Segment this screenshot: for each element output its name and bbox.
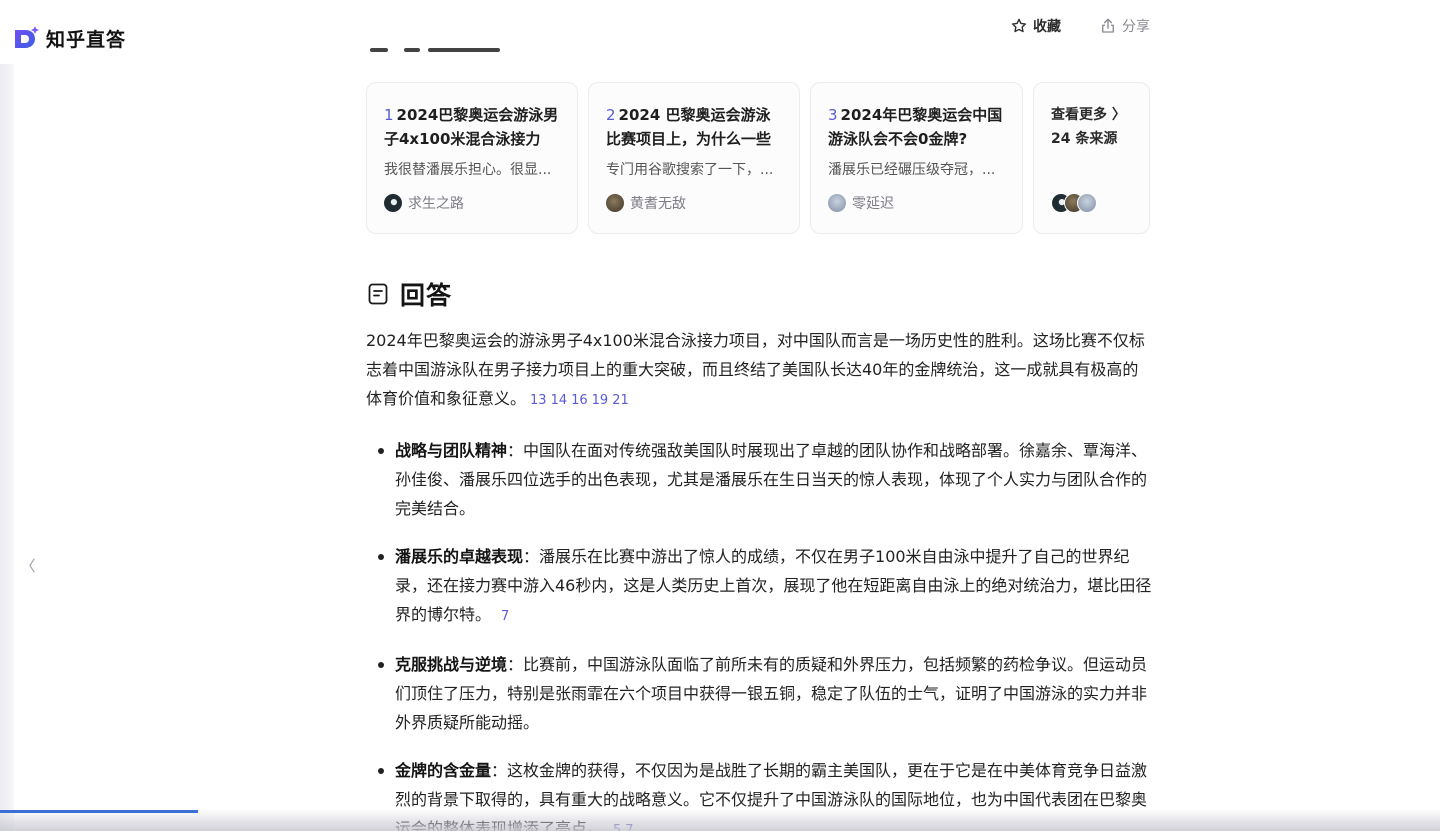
collapse-sidebar-icon[interactable]: 〈 <box>20 556 36 576</box>
source-card-author: 黄耆无敌 <box>606 193 783 213</box>
avatar <box>384 194 402 212</box>
sources-heading-clipped <box>366 44 566 62</box>
source-card-title-text: 2024年巴黎奥运会中国游泳队会不会0金牌? <box>828 106 1003 148</box>
source-card-title: 22024 巴黎奥运会游泳比赛项目上，为什么一些运... <box>606 103 783 151</box>
favorite-label: 收藏 <box>1033 19 1061 35</box>
citation-group: 13 14 16 19 21 <box>526 389 629 408</box>
source-card-title: 3 2024年巴黎奥运会中国游泳队会不会0金牌? <box>828 103 1006 151</box>
avatar <box>1077 193 1097 213</box>
answer-point: 克服挑战与逆境：比赛前，中国游泳队面临了前所未有的质疑和外界压力，包括频繁的药检… <box>366 650 1154 737</box>
answer-heading: 回答 <box>366 278 452 310</box>
source-card[interactable]: 12024巴黎奥运会游泳男子4x100米混合泳接力中... 我很替潘展乐担心。很… <box>366 82 578 234</box>
point-title: 战略与团队精神 <box>395 441 508 460</box>
share-icon <box>1102 18 1114 33</box>
citation-link[interactable]: 21 <box>612 393 629 408</box>
source-card-snippet: 专门用谷歌搜索了一下，... <box>606 162 774 178</box>
source-card-title-text: 2024巴黎奥运会游泳男子4x100米混合泳接力中... <box>384 106 559 148</box>
answer-point: 潘展乐的卓越表现：潘展乐在比赛中游出了惊人的成绩，不仅在男子100米自由泳中提升… <box>366 542 1154 631</box>
share-button[interactable]: 分享 <box>1099 14 1150 38</box>
source-card-title: 12024巴黎奥运会游泳男子4x100米混合泳接力中... <box>384 103 561 151</box>
more-sources-link[interactable]: 查看更多 〉 <box>1051 103 1133 127</box>
answer-intro-text: 2024年巴黎奥运会的游泳男子4x100米混合泳接力项目，对中国队而言是一场历史… <box>366 331 1145 408</box>
citation-link[interactable]: 16 <box>571 393 588 408</box>
clipped-heading-fragment <box>404 48 420 52</box>
point-text: ：中国队在面对传统强敌美国队时展现出了卓越的团队协作和战略部署。徐嘉余、覃海洋、… <box>395 441 1148 518</box>
author-name: 零延迟 <box>852 196 894 212</box>
document-icon <box>368 283 388 305</box>
citation-link[interactable]: 19 <box>592 393 609 408</box>
point-title: 克服挑战与逆境 <box>395 655 508 674</box>
citation-link[interactable]: 14 <box>551 393 568 408</box>
source-card-index: 2 <box>606 106 616 124</box>
clipped-heading-fragment <box>428 48 500 52</box>
brand[interactable]: 知乎直答 <box>12 24 126 52</box>
source-card[interactable]: 3 2024年巴黎奥运会中国游泳队会不会0金牌? 潘展乐已经碾压级夺冠，... 零… <box>810 82 1023 234</box>
avatar <box>606 194 624 212</box>
source-card-snippet: 我很替潘展乐担心。很显... <box>384 162 552 178</box>
author-name: 求生之路 <box>408 196 464 212</box>
sources-count: 24 条来源 <box>1051 131 1118 147</box>
loading-progress-bar <box>0 810 198 813</box>
source-card-index: 1 <box>384 106 394 124</box>
more-sources-card[interactable]: 查看更多 〉 24 条来源 <box>1033 82 1150 234</box>
top-header: 知乎直答 收藏 分享 <box>0 0 1440 64</box>
point-text: ：比赛前，中国游泳队面临了前所未有的质疑和外界压力，包括频繁的药检争议。但运动员… <box>395 655 1148 732</box>
bottom-fade <box>0 809 1440 831</box>
page: 〈 知乎直答 收藏 分享 1 2024巴黎奥运会游泳男子4x100米混合泳接力 … <box>0 0 1440 831</box>
citation-link[interactable]: 13 <box>530 393 547 408</box>
avatar <box>828 194 846 212</box>
source-card-index: 3 <box>828 106 838 124</box>
source-card-author: 求生之路 <box>384 193 561 213</box>
point-title: 潘展乐的卓越表现 <box>395 547 524 566</box>
author-name: 黄耆无敌 <box>630 196 686 212</box>
star-outline-icon <box>1011 18 1027 33</box>
zhida-logo-icon <box>15 26 39 48</box>
source-card-title-text: 2024 巴黎奥运会游泳比赛项目上，为什么一些运... <box>606 106 772 148</box>
source-card-snippet: 潘展乐已经碾压级夺冠，... <box>828 162 996 178</box>
source-card-author: 零延迟 <box>828 193 1006 213</box>
share-label: 分享 <box>1122 19 1150 35</box>
answer-points: 战略与团队精神：中国队在面对传统强敌美国队时展现出了卓越的团队协作和战略部署。徐… <box>366 436 1154 831</box>
brand-name: 知乎直答 <box>46 28 127 51</box>
favorite-button[interactable]: 收藏 <box>1010 14 1061 38</box>
answer-title: 回答 <box>400 281 453 310</box>
answer-point: 战略与团队精神：中国队在面对传统强敌美国队时展现出了卓越的团队协作和战略部署。徐… <box>366 436 1154 523</box>
clipped-heading-fragment <box>370 48 388 52</box>
source-card[interactable]: 22024 巴黎奥运会游泳比赛项目上，为什么一些运... 专门用谷歌搜索了一下，… <box>588 82 800 234</box>
left-rail <box>0 0 14 831</box>
citation-link[interactable]: 7 <box>501 609 509 624</box>
avatar-stack <box>1051 193 1133 213</box>
answer-body: 2024年巴黎奥运会的游泳男子4x100米混合泳接力项目，对中国队而言是一场历史… <box>366 326 1154 831</box>
point-title: 金牌的含金量 <box>395 761 492 780</box>
answer-intro: 2024年巴黎奥运会的游泳男子4x100米混合泳接力项目，对中国队而言是一场历史… <box>366 326 1154 415</box>
